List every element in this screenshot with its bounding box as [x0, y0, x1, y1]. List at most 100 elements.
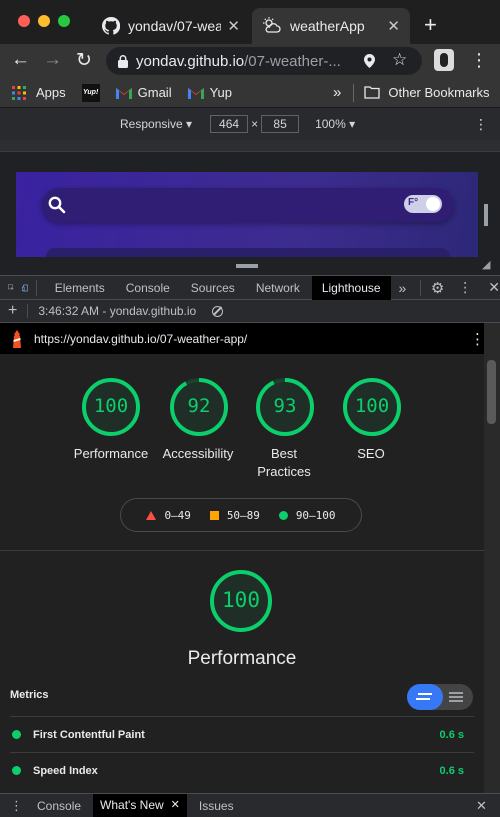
reload-button[interactable]: ↻ — [76, 49, 92, 72]
close-devtools-icon[interactable]: ✕ — [488, 279, 500, 296]
gmail-icon — [115, 87, 132, 99]
device-toggle-icon[interactable] — [22, 281, 29, 295]
height-input[interactable]: 85 — [261, 115, 300, 133]
gauge-label-line1: Best — [270, 446, 297, 461]
metrics-title: Metrics — [10, 689, 49, 701]
report-url-bar: https://yondav.github.io/07-weather-app/… — [0, 323, 485, 354]
close-tab-icon[interactable]: ✕ — [227, 17, 240, 35]
clear-reports-icon[interactable] — [212, 305, 224, 317]
devtools-tabbar: Elements Console Sources Network Lightho… — [0, 275, 500, 300]
bookmark-yup[interactable]: Yup — [187, 85, 233, 100]
drawer-menu-icon[interactable]: ⋮ — [10, 798, 23, 814]
metrics-view-toggle[interactable] — [407, 684, 473, 710]
main-gauge-score: 100 — [222, 588, 260, 612]
apps-grid-icon — [12, 85, 26, 100]
tab-console[interactable]: Console — [126, 281, 170, 295]
lighthouse-report: 100 Performance 92 Accessibility 93 Best Pract… — [0, 354, 484, 793]
more-tabs-button[interactable]: » — [399, 280, 407, 296]
tab-github[interactable]: yondav/07-weath ✕ — [92, 8, 250, 44]
toggle-knob — [426, 197, 440, 211]
bookmark-label: Yup — [209, 85, 233, 100]
metric-name: First Contentful Paint — [33, 728, 145, 741]
weather-icon — [263, 17, 281, 33]
close-drawer-icon[interactable]: ✕ — [476, 798, 487, 814]
tab-network[interactable]: Network — [256, 281, 300, 295]
divider — [353, 83, 355, 102]
tab-lighthouse[interactable]: Lighthouse — [311, 275, 391, 300]
maximize-window-button[interactable] — [58, 15, 70, 27]
drawer-tab-issues[interactable]: Issues — [199, 799, 234, 813]
score-gauge[interactable]: 92 — [169, 377, 229, 437]
yup-logo-icon: Yup! — [82, 89, 99, 96]
url-path: /07-weather-... — [244, 52, 341, 70]
profile-avatar[interactable] — [434, 49, 454, 71]
new-report-button[interactable]: + — [8, 302, 17, 320]
drawer-tab-console[interactable]: Console — [37, 799, 81, 813]
score-legend: 0–49 50–89 90–100 — [120, 498, 362, 532]
report-url[interactable]: https://yondav.github.io/07-weather-app/ — [34, 332, 247, 346]
device-more-icon[interactable]: ⋮ — [474, 116, 488, 133]
tab-title: weatherApp — [290, 18, 365, 34]
square-icon — [209, 510, 219, 520]
gmail-icon — [187, 87, 204, 99]
gauge-score: 93 — [273, 395, 297, 417]
resize-handle-right[interactable] — [484, 204, 488, 226]
title-bar: yondav/07-weath ✕ weatherApp ✕ + — [0, 0, 500, 44]
forward-button[interactable]: → — [43, 49, 62, 71]
inspect-element-icon[interactable] — [8, 281, 14, 294]
gauge-label-line1: SEO — [357, 446, 385, 461]
width-input[interactable]: 464 — [210, 115, 249, 133]
search-icon — [48, 196, 66, 214]
settings-gear-icon[interactable]: ⚙ — [431, 279, 444, 297]
address-bar[interactable]: yondav.github.io/07-weather-... ☆ — [106, 47, 422, 75]
legend-pass: 90–100 — [278, 509, 336, 522]
devtools-menu-icon[interactable]: ⋮ — [458, 279, 472, 296]
minimize-window-button[interactable] — [38, 15, 50, 27]
other-bookmarks[interactable]: Other Bookmarks — [364, 85, 490, 100]
bookmark-gmail[interactable]: Gmail — [115, 85, 172, 100]
report-scroll-thumb[interactable] — [487, 360, 496, 424]
zoom-dropdown[interactable]: 100% ▾ — [315, 117, 355, 131]
tab-elements[interactable]: Elements — [55, 281, 105, 295]
pass-dot-icon — [12, 766, 21, 775]
bookmark-label: Gmail — [137, 85, 172, 100]
lighthouse-toolbar: + 3:46:32 AM - yondav.github.io — [0, 300, 500, 323]
score-gauge[interactable]: 100 — [342, 377, 402, 437]
back-button[interactable]: ← — [11, 49, 30, 71]
dimension-times: × — [251, 117, 259, 131]
score-gauge[interactable]: 93 — [255, 377, 315, 437]
resize-handle-bottom[interactable] — [236, 264, 258, 268]
drawer-tab-whats-new[interactable]: What's New ✕ — [93, 794, 187, 817]
device-mode-label: Responsive — [120, 117, 183, 131]
score-gauge[interactable]: 100 — [81, 377, 141, 437]
location-pin-icon[interactable] — [364, 54, 375, 68]
list-compact-icon — [418, 693, 432, 695]
report-menu-icon[interactable]: ⋮ — [470, 330, 485, 348]
weather-app-preview: F° — [16, 172, 478, 257]
report-select[interactable]: 3:46:32 AM - yondav.github.io — [38, 304, 196, 318]
bookmark-apps[interactable]: Apps — [12, 85, 66, 100]
bookmarks-overflow-button[interactable]: » — [333, 84, 341, 101]
responsive-dropdown[interactable]: Responsive ▾ — [120, 117, 192, 131]
bookmark-star-icon[interactable]: ☆ — [392, 50, 407, 70]
tab-weatherapp[interactable]: weatherApp ✕ — [252, 8, 410, 44]
metric-name: Speed Index — [33, 764, 98, 777]
bookmark-yup-logo[interactable]: Yup! — [81, 83, 100, 102]
metric-value: 0.6 s — [439, 764, 464, 777]
gauge-score: 100 — [93, 395, 129, 417]
unit-toggle[interactable]: F° — [404, 195, 442, 213]
device-toolbar: Responsive ▾ 464 × 85 100% ▾ ⋮ — [0, 108, 500, 140]
close-window-button[interactable] — [18, 15, 30, 27]
close-tab-icon[interactable]: ✕ — [387, 17, 400, 35]
new-tab-button[interactable]: + — [424, 12, 437, 38]
search-bar[interactable]: F° — [42, 188, 454, 222]
gauge-label: Performance — [61, 445, 161, 463]
close-drawer-tab-icon[interactable]: ✕ — [171, 794, 180, 817]
resize-corner-icon[interactable]: ◢ — [482, 258, 490, 271]
kebab-menu-icon[interactable]: ⋮ — [470, 50, 488, 71]
tab-sources[interactable]: Sources — [191, 281, 235, 295]
github-icon — [102, 17, 120, 35]
zoom-label: 100% — [315, 117, 346, 131]
view-compact-button[interactable] — [407, 684, 443, 710]
metric-row: Speed Index 0.6 s — [10, 752, 474, 788]
